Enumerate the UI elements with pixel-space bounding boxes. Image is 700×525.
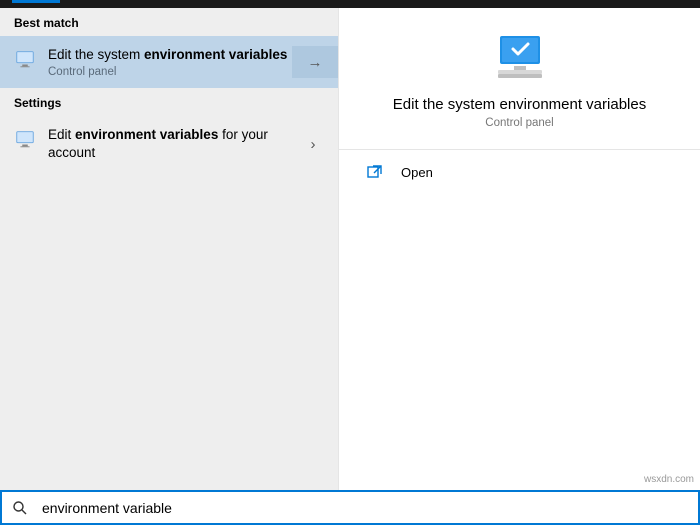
watermark: wsxdn.com xyxy=(644,474,694,485)
result-title: Edit environment variables for your acco… xyxy=(48,126,298,162)
detail-title: Edit the system environment variables xyxy=(359,96,680,113)
expand-button[interactable]: › xyxy=(298,126,328,162)
arrow-right-icon: → xyxy=(308,54,323,71)
window-topbar xyxy=(0,0,700,8)
open-action[interactable]: Open xyxy=(339,150,700,194)
chevron-right-icon: › xyxy=(311,136,316,153)
result-text: Edit environment variables for your acco… xyxy=(48,126,298,162)
expand-button[interactable]: → xyxy=(292,46,338,78)
result-best-match[interactable]: Edit the system environment variables Co… xyxy=(0,36,338,88)
result-subtitle: Control panel xyxy=(48,66,292,78)
main-layout: Best match Edit the system environment v… xyxy=(0,8,700,490)
detail-subtitle: Control panel xyxy=(359,117,680,129)
monitor-check-icon xyxy=(494,34,546,82)
results-pane: Best match Edit the system environment v… xyxy=(0,8,338,490)
result-settings-item[interactable]: Edit environment variables for your acco… xyxy=(0,116,338,172)
section-best-match: Best match xyxy=(0,8,338,36)
open-label: Open xyxy=(401,165,433,180)
section-settings: Settings xyxy=(0,88,338,116)
monitor-icon xyxy=(14,128,36,150)
detail-hero: Edit the system environment variables Co… xyxy=(339,8,700,150)
search-icon xyxy=(12,500,28,516)
result-title: Edit the system environment variables xyxy=(48,46,292,64)
search-input[interactable] xyxy=(42,500,688,516)
monitor-icon xyxy=(14,48,36,70)
detail-pane: Edit the system environment variables Co… xyxy=(338,8,700,490)
accent-strip xyxy=(12,0,60,3)
open-icon xyxy=(367,164,383,180)
search-bar[interactable] xyxy=(0,490,700,525)
result-text: Edit the system environment variables Co… xyxy=(48,46,292,78)
